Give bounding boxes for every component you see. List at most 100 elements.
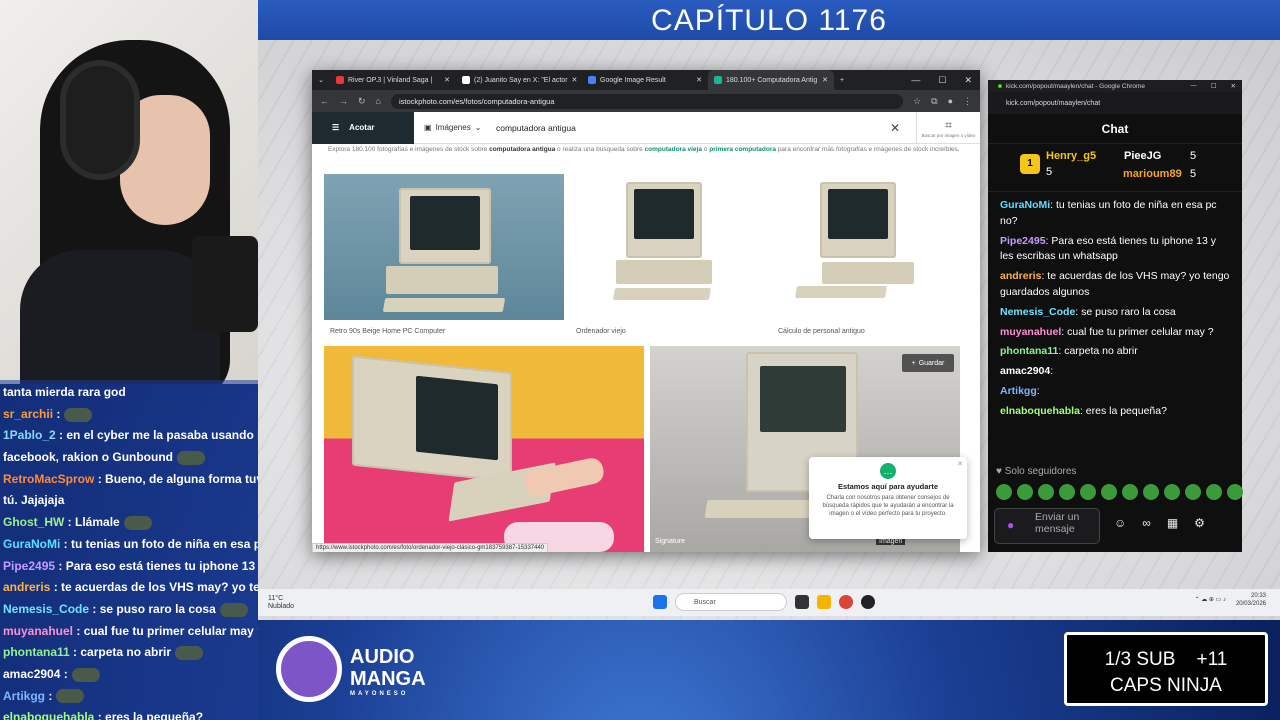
new-tab-button[interactable]: + [834,77,850,84]
emote-icon[interactable] [1080,484,1096,500]
save-button[interactable]: + Guardar [902,354,954,372]
close-tab-icon[interactable]: ✕ [572,76,578,84]
chat-input[interactable]: ● Enviar un mensaje [994,508,1100,544]
camera-icon: ⌗ [945,117,952,132]
emote-icon[interactable] [1059,484,1075,500]
back-icon[interactable]: ← [320,96,329,106]
overlay-chat-line: muyanahuel : cual fue tu primer celular … [3,623,258,638]
browser-tab[interactable]: River OP.3 | Vinland Saga | ✕ [330,70,456,90]
maximize-icon[interactable]: ☐ [1211,82,1217,90]
bookmark-star-icon[interactable]: ☆ [913,96,921,107]
task-view-icon[interactable] [795,595,809,609]
window-controls: — ☐ ✕ [911,75,980,86]
emote-icon[interactable] [996,484,1012,500]
chat-message: amac2904: [1000,365,1054,378]
chat-bubble-icon: … [880,463,896,479]
minimize-icon[interactable]: — [911,75,920,86]
help-chat-popup[interactable]: ✕ … Estamos aquí para ayudarte Charla co… [809,457,967,539]
result-image-2[interactable] [570,174,766,320]
rank-1-icon: 1 [1020,154,1040,174]
result-caption-3: Cálculo de personal antiguo [778,328,865,335]
chat-message: andreris: te acuerdas de los VHS may? yo… [1000,270,1230,298]
settings-icon[interactable]: ⚙ [1194,516,1205,530]
audiomanga-logo [268,628,348,712]
extensions-icon[interactable]: ⧉ [931,96,937,107]
close-popup-icon[interactable]: ✕ [957,460,963,468]
close-icon[interactable]: ✕ [1231,82,1236,90]
kick-chat-window: ■ kick.com/popout/maaylen/chat - Google … [988,80,1243,552]
weather-widget[interactable]: 11°C Nublado [258,595,328,611]
profile-icon[interactable]: ● [948,96,953,106]
close-tab-icon[interactable]: ✕ [696,76,702,84]
store-icon[interactable]: ▦ [1167,516,1178,530]
istock-search-bar: ☰ Acotar ▣ Imágenes ⌄ computadora antigu… [312,111,980,144]
emote-icon[interactable] [1017,484,1033,500]
result-caption-1: Retro 90s Beige Home PC Computer [330,328,446,335]
overlay-chat-line: facebook, rakion o Gunbound [0,447,258,469]
visual-search-button[interactable]: ⌗ Buscar por imagen o vídeo [916,111,980,144]
related-link-1[interactable]: computadora vieja [645,146,702,153]
menu-icon[interactable]: ⋮ [963,96,972,107]
emote-icon[interactable] [1143,484,1159,500]
status-url: https://www.istockphoto.com/es/foto/orde… [312,543,549,552]
emote-icon [219,602,248,617]
filter-button[interactable]: ☰ Acotar [312,111,414,144]
emote-icon[interactable] [1101,484,1117,500]
overlay-chat-line: GuraNoMi : tu tenias un foto de niña en … [3,536,258,551]
emote-icon[interactable] [1227,484,1243,500]
browser-tab[interactable]: Google Image Result ✕ [582,70,708,90]
related-link-2[interactable]: primera computadora [709,146,776,153]
tray-icons: ⌃ ☁ ⊕ ▭ ♪ [1194,597,1226,603]
browser-tab[interactable]: 180.100+ Computadora Antig ✕ [708,70,834,90]
emote-icon[interactable] [1206,484,1222,500]
obs-icon[interactable] [861,595,875,609]
overlay-chat-line: Artikgg : [0,686,258,708]
windows-taskbar: 11°C Nublado Buscar ⌃ ☁ ⊕ ▭ ♪ 20:33 20/03… [258,589,1280,616]
image-label: Imagen [876,538,906,545]
chat-message: phontana11: carpeta no abrir [1000,345,1138,358]
start-icon[interactable] [653,595,667,609]
emoji-icon[interactable]: ☺ [1114,516,1126,530]
forward-icon[interactable]: → [339,96,348,106]
search-input[interactable]: computadora antigua [490,123,890,133]
overlay-chat-line: sr_archii : [0,404,258,426]
chat-messages: GuraNoMi: tu tenias un foto de niña en e… [988,198,1242,460]
sub-goal-box: 1/3 SUB +11 CAPS NINJA [1064,632,1268,706]
close-icon[interactable]: ✕ [964,75,972,86]
result-image-4[interactable] [324,346,644,552]
reload-icon[interactable]: ↻ [358,96,366,107]
top-gifters: 1 Henry_g5 5 PieeJG 5 marioum89 5 [988,144,1242,192]
minimize-icon[interactable]: — [1190,82,1197,90]
media-type-select[interactable]: ▣ Imágenes ⌄ [414,123,490,132]
emote-icon [175,646,204,661]
emote-icon [123,515,152,530]
emote-icon[interactable] [1122,484,1138,500]
url-field[interactable]: istockphoto.com/es/fotos/computadora-ant… [390,93,904,109]
file-explorer-icon[interactable] [817,595,831,609]
system-tray[interactable]: ⌃ ☁ ⊕ ▭ ♪ 20:33 20/03/2026 [1195,592,1266,608]
overlay-chat-line: 1Pablo_2 : en el cyber me la pasaba usan… [3,428,258,443]
emote-icon[interactable] [1038,484,1054,500]
taskbar-search[interactable]: Buscar [675,593,787,611]
overlay-chat-line: elnaboquehabla : eres la pequeña? [3,710,204,720]
close-tab-icon[interactable]: ✕ [822,76,828,84]
tab-search-icon[interactable]: ⌄ [312,76,330,84]
mic-icon[interactable]: ● [1007,519,1014,531]
sliders-icon: ☰ [332,123,340,132]
chrome-icon[interactable] [839,595,853,609]
top2-name: PieeJG [1124,150,1162,162]
link-icon[interactable]: ∞ [1142,516,1151,530]
close-tab-icon[interactable]: ✕ [444,76,450,84]
result-image-3[interactable] [772,174,958,320]
browser-tab[interactable]: (2) Juanito Say en X: "El actor ✕ [456,70,582,90]
clear-search-icon[interactable]: ✕ [890,121,916,135]
favicon-icon [588,76,596,84]
emote-icon[interactable] [1164,484,1180,500]
top3-name: marioum89 [1123,168,1182,180]
kick-url[interactable]: kick.com/popout/maaylen/chat [988,92,1242,114]
emote-icon[interactable] [1185,484,1201,500]
home-icon[interactable]: ⌂ [376,96,381,106]
chat-message: elnaboquehabla: eres la pequeña? [1000,404,1167,417]
result-image-1[interactable] [324,174,564,320]
maximize-icon[interactable]: ☐ [938,75,946,86]
